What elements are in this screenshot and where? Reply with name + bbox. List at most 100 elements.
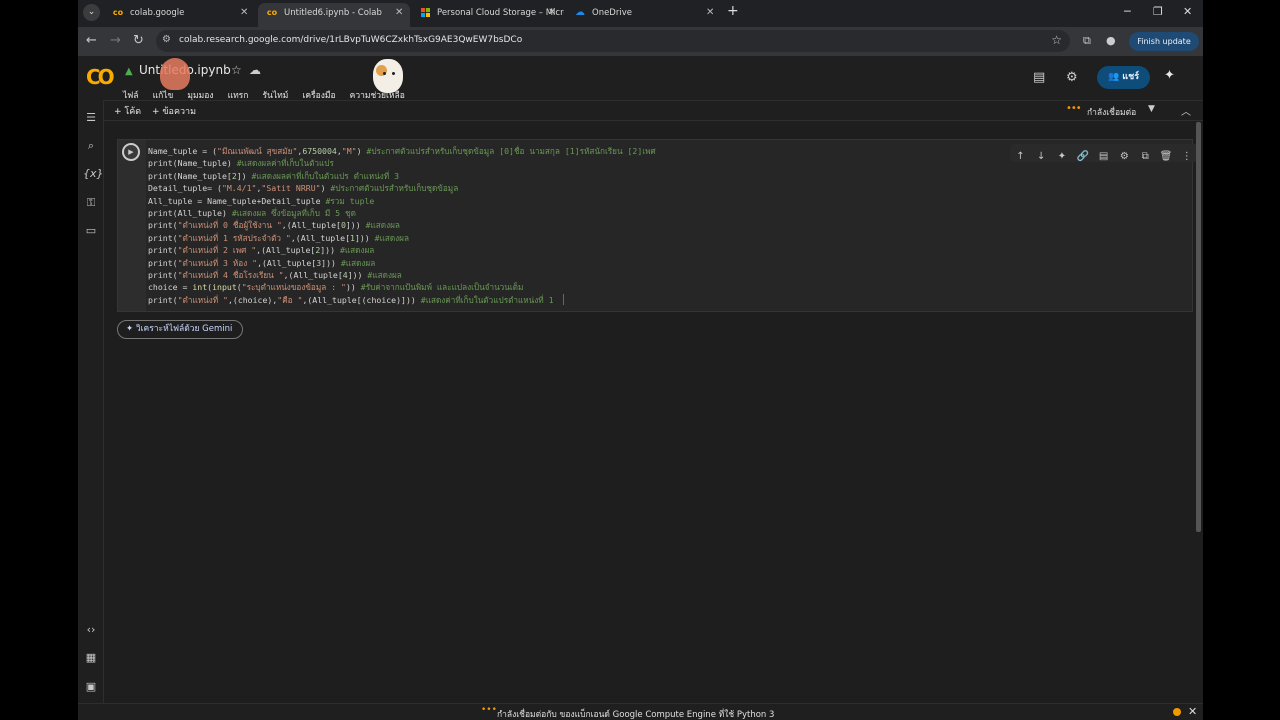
code-editor[interactable]: Name_tuple = ("มีณเนพัฒน์ สุขสมัย",67500… (148, 145, 656, 306)
close-icon[interactable]: ✕ (1188, 705, 1197, 718)
code-line[interactable]: print("ตำแหน่งที่ 0 ชื่อผู้ใช้งาน ",(All… (148, 219, 656, 231)
link-icon[interactable]: 🔗 (1072, 148, 1093, 166)
microsoft-logo-icon (419, 8, 431, 18)
close-icon[interactable]: ✕ (706, 3, 714, 23)
code-snippets-icon[interactable]: ‹› (83, 623, 99, 636)
minimize-icon[interactable]: ─ (1124, 5, 1131, 18)
chevron-down-icon[interactable]: ▼ (1148, 104, 1155, 114)
code-line[interactable]: print("ตำแหน่งที่ 4 ชื่อโรงเรียน ",(All_… (148, 269, 656, 281)
connecting-spinner-icon: ••• (481, 705, 497, 715)
notebook-toolbar: + โค้ด + ข้อความ ••• กำลังเชื่อมต่อ ▼ ︿ (104, 100, 1203, 121)
tab-colab-google[interactable]: co colab.google ✕ (104, 3, 256, 27)
chevron-up-icon[interactable]: ︿ (1181, 103, 1191, 118)
find-icon[interactable]: ⌕ (83, 139, 99, 153)
comments-icon[interactable]: ▤ (1033, 70, 1045, 85)
code-token: 6750004 (302, 146, 337, 156)
code-token: ,(All_tuple[ (290, 232, 350, 243)
delete-icon[interactable]: 🗑 (1156, 148, 1177, 166)
extensions-icon[interactable]: ⧉ (1083, 34, 1091, 48)
analyze-with-gemini-button[interactable]: ✦ วิเคราะห์ไฟล์ด้วย Gemini (117, 320, 243, 339)
close-icon[interactable]: ✕ (548, 3, 556, 23)
finish-update-button[interactable]: Finish update (1129, 32, 1199, 51)
code-line[interactable]: Name_tuple = ("มีณเนพัฒน์ สุขสมัย",67500… (148, 145, 656, 157)
code-token: ) (320, 183, 331, 194)
code-token: "M" (341, 146, 357, 156)
more-vert-icon[interactable]: ⋮ (1176, 148, 1197, 166)
variables-icon[interactable]: {x} (83, 167, 104, 180)
gemini-sparkle-icon[interactable]: ✦ (1164, 68, 1175, 83)
code-token: )) (345, 282, 361, 293)
code-token: "Satit NRRU" (261, 183, 321, 194)
code-token: Name_tuple = ( (148, 146, 218, 156)
code-token: #แสดงผล ซึ่งข้อมูลที่เก็บ มี 5 ชุด (231, 207, 356, 218)
code-line[interactable]: print("ตำแหน่งที่ 3 ห้อง ",(All_tuple[3]… (148, 257, 656, 269)
colab-logo-icon[interactable]: CO (86, 65, 115, 89)
settings-gear-icon[interactable]: ⚙ (1066, 70, 1078, 85)
restore-icon[interactable]: ❐ (1153, 5, 1163, 18)
code-line[interactable]: print("ตำแหน่งที่ 1 รหัสประจำตัว ",(All_… (148, 232, 656, 244)
tab-microsoft-storage[interactable]: Personal Cloud Storage – Micro ✕ (411, 3, 564, 27)
code-cell[interactable]: ▶ Name_tuple = ("มีณเนพัฒน์ สุขสมัย",675… (117, 139, 1200, 312)
code-token: print (148, 232, 173, 243)
profile-icon[interactable]: ● (1106, 34, 1116, 47)
close-icon[interactable]: ✕ (395, 3, 403, 23)
reload-icon[interactable]: ↻ (133, 33, 144, 49)
command-palette-icon[interactable]: ▦ (83, 651, 99, 664)
address-bar[interactable]: ⚙ colab.research.google.com/drive/1rLBvp… (156, 30, 1070, 52)
status-message: กำลังเชื่อมต่อกับ ของแบ็กเอนด์ Google Co… (497, 710, 775, 720)
move-up-icon[interactable]: ↑ (1010, 148, 1031, 166)
tab-title: OneDrive (592, 8, 632, 18)
new-tab-button[interactable]: + (727, 3, 739, 19)
back-icon[interactable]: ← (86, 33, 97, 49)
code-line[interactable]: print(Name_tuple) #แสดงผลค่าที่เก็บในตัว… (148, 157, 656, 169)
code-line[interactable]: print("ตำแหน่งที่ ",(choice),"คือ ",(All… (148, 294, 656, 306)
star-icon[interactable]: ☆ (231, 63, 242, 77)
tab-untitled6[interactable]: co Untitled6.ipynb - Colab ✕ (258, 3, 410, 27)
window-close-icon[interactable]: ✕ (1183, 5, 1192, 18)
code-line[interactable]: print("ตำแหน่งที่ 2 เพศ ",(All_tuple[2])… (148, 244, 656, 256)
gemini-sparkle-icon[interactable]: ✦ (1052, 148, 1073, 166)
colab-header: CO ▲ Untitledo.ipynb ☆ ☁ ไฟล์ แก้ไข มุมม… (78, 56, 1203, 101)
code-line[interactable]: Detail_tuple= ("M.4/1","Satit NRRU") #ปร… (148, 182, 656, 194)
add-text-button[interactable]: + ข้อความ (152, 104, 196, 118)
tab-search-icon[interactable]: ⌄ (83, 4, 100, 21)
share-label: แชร์ (1122, 72, 1140, 82)
add-code-button[interactable]: + โค้ด (114, 104, 141, 118)
run-cell-button[interactable]: ▶ (122, 143, 140, 161)
code-token: "ตำแหน่งที่ " (177, 294, 228, 305)
tab-onedrive[interactable]: ☁ OneDrive ✕ (566, 3, 718, 27)
code-line[interactable]: All_tuple = Name_tuple+Detail_tuple #รวม… (148, 195, 656, 207)
code-line[interactable]: print(Name_tuple[2]) #แสดงผลค่าที่เก็บใน… (148, 170, 656, 182)
cell-settings-icon[interactable]: ⚙ (1114, 148, 1135, 166)
share-button[interactable]: 👥 แชร์ (1097, 66, 1150, 89)
code-token: "ตำแหน่งที่ 1 รหัสประจำตัว " (177, 232, 291, 243)
move-down-icon[interactable]: ↓ (1031, 148, 1052, 166)
connection-status[interactable]: กำลังเชื่อมต่อ (1087, 105, 1136, 119)
mirror-cell-icon[interactable]: ⧉ (1135, 148, 1156, 166)
code-line[interactable]: choice = int(input("ระบุตำแหน่งของข้อมูล… (148, 281, 656, 293)
site-info-icon[interactable]: ⚙ (162, 34, 171, 45)
vertical-scrollbar[interactable] (1196, 122, 1201, 532)
code-token: #รวม tuple (325, 195, 375, 206)
files-folder-icon[interactable]: ▭ (83, 224, 99, 237)
status-bar: ••• กำลังเชื่อมต่อกับ ของแบ็กเอนด์ Googl… (78, 703, 1203, 720)
comment-icon[interactable]: ▤ (1093, 148, 1114, 166)
close-icon[interactable]: ✕ (240, 3, 248, 23)
code-token: All_tuple = Name_tuple+Detail_tuple (148, 195, 326, 206)
code-token: ])) (354, 232, 375, 243)
onedrive-cloud-icon: ☁ (575, 7, 585, 18)
table-of-contents-icon[interactable]: ☰ (83, 111, 99, 124)
status-indicator (1173, 708, 1181, 716)
code-token: int (192, 282, 208, 293)
terminal-icon[interactable]: ▣ (83, 680, 99, 693)
bookmark-star-icon[interactable]: ☆ (1051, 33, 1062, 47)
code-line[interactable]: print(All_tuple) #แสดงผล ซึ่งข้อมูลที่เก… (148, 207, 656, 219)
code-token: "M.4/1" (221, 183, 257, 194)
forward-icon[interactable]: → (110, 33, 121, 49)
secrets-key-icon[interactable]: ⚿ (83, 196, 99, 210)
code-token: #แสดงผล (340, 257, 376, 268)
cell-gutter: ▶ (118, 140, 146, 311)
colab-logo-icon: co (112, 8, 124, 17)
code-token: #แสดงผล (365, 220, 400, 231)
notebook-area: ▶ Name_tuple = ("มีณเนพัฒน์ สุขสมัย",675… (104, 122, 1203, 703)
